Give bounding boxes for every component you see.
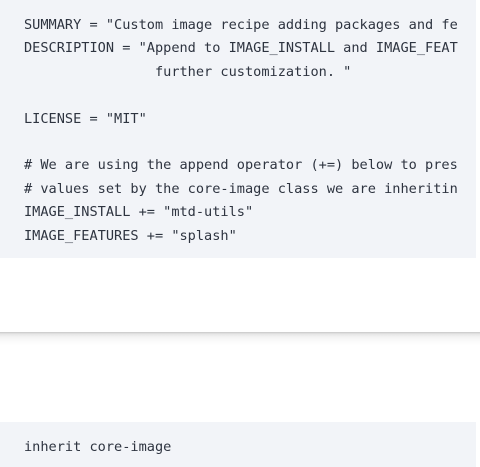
page: SUMMARY = "Custom image recipe adding pa… bbox=[0, 0, 480, 467]
section-divider bbox=[0, 332, 480, 346]
code-line: LICENSE = "MIT" bbox=[24, 110, 147, 127]
code-block-inherit[interactable]: inherit core-image bbox=[0, 422, 476, 467]
code-block-recipe[interactable]: SUMMARY = "Custom image recipe adding pa… bbox=[0, 0, 476, 258]
code-line: SUMMARY = "Custom image recipe adding pa… bbox=[24, 17, 458, 33]
code-line: # We are using the append operator (+=) … bbox=[24, 157, 458, 174]
code-line: IMAGE_INSTALL += "mtd-utils" bbox=[24, 204, 254, 221]
code-line: further customization. " bbox=[24, 63, 352, 80]
code-line: # values set by the core-image class we … bbox=[24, 180, 458, 197]
code-line: DESCRIPTION = "Append to IMAGE_INSTALL a… bbox=[24, 40, 458, 57]
code-line: inherit core-image bbox=[24, 439, 172, 455]
code-line: IMAGE_FEATURES += "splash" bbox=[24, 227, 237, 244]
